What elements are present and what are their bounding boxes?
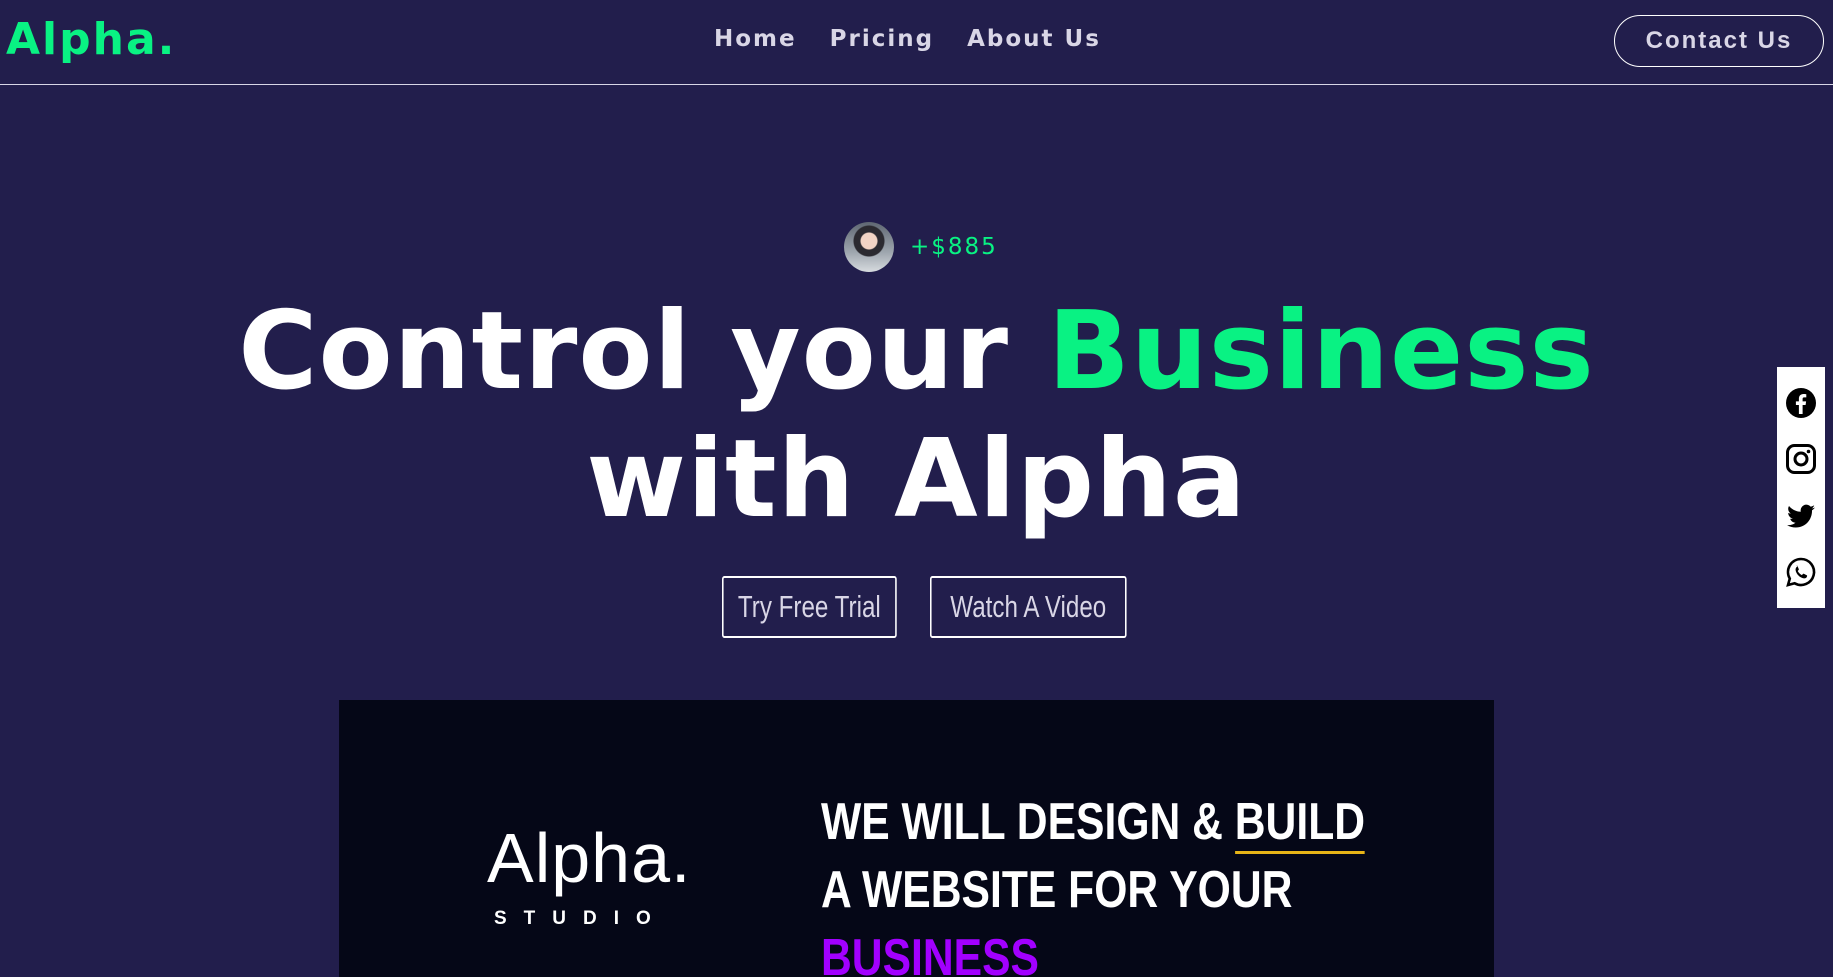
top-navbar: Alpha. Home Pricing About Us Contact Us	[0, 0, 1833, 85]
main-nav: Home Pricing About Us	[714, 26, 1134, 52]
tagline-line1-text: WE WILL DESIGN &	[821, 793, 1235, 851]
instagram-icon[interactable]	[1785, 443, 1817, 475]
promo-tagline: WE WILL DESIGN & BUILD A WEBSITE FOR YOU…	[821, 788, 1366, 977]
promo-video-thumbnail[interactable]: Alpha. STUDIO WE WILL DESIGN & BUILD A W…	[339, 700, 1494, 977]
hero-title-line1: Control your Business	[0, 288, 1833, 416]
twitter-icon[interactable]	[1785, 500, 1817, 532]
tagline-line2: A WEBSITE FOR YOUR	[821, 861, 1293, 919]
whatsapp-icon[interactable]	[1785, 556, 1817, 588]
tagline-line3: BUSINESS	[821, 929, 1039, 977]
earnings-badge: +$885	[844, 222, 998, 272]
hero-title-accent: Business	[1047, 289, 1595, 414]
social-sidebar	[1777, 367, 1825, 608]
hero-title: Control your Business with Alpha	[0, 288, 1833, 544]
tagline-build: BUILD	[1234, 793, 1366, 854]
studio-logo: Alpha.	[487, 819, 692, 897]
facebook-icon[interactable]	[1785, 387, 1817, 419]
cta-row: Try Free Trial Watch A Video	[722, 576, 1182, 638]
tagline-line1: WE WILL DESIGN & BUILD	[821, 788, 1366, 856]
hero-title-text: Control your	[238, 289, 1048, 414]
watch-video-button[interactable]: Watch A Video	[930, 576, 1127, 638]
studio-subtitle: STUDIO	[494, 908, 668, 929]
contact-us-button[interactable]: Contact Us	[1614, 15, 1824, 67]
earnings-amount: +$885	[910, 234, 998, 260]
hero-title-line2: with Alpha	[586, 417, 1247, 542]
nav-link-pricing[interactable]: Pricing	[830, 26, 934, 52]
site-logo[interactable]: Alpha.	[6, 14, 176, 65]
nav-link-home[interactable]: Home	[714, 26, 797, 52]
nav-link-about-us[interactable]: About Us	[967, 26, 1101, 52]
try-free-trial-button[interactable]: Try Free Trial	[722, 576, 897, 638]
avatar	[844, 222, 894, 272]
